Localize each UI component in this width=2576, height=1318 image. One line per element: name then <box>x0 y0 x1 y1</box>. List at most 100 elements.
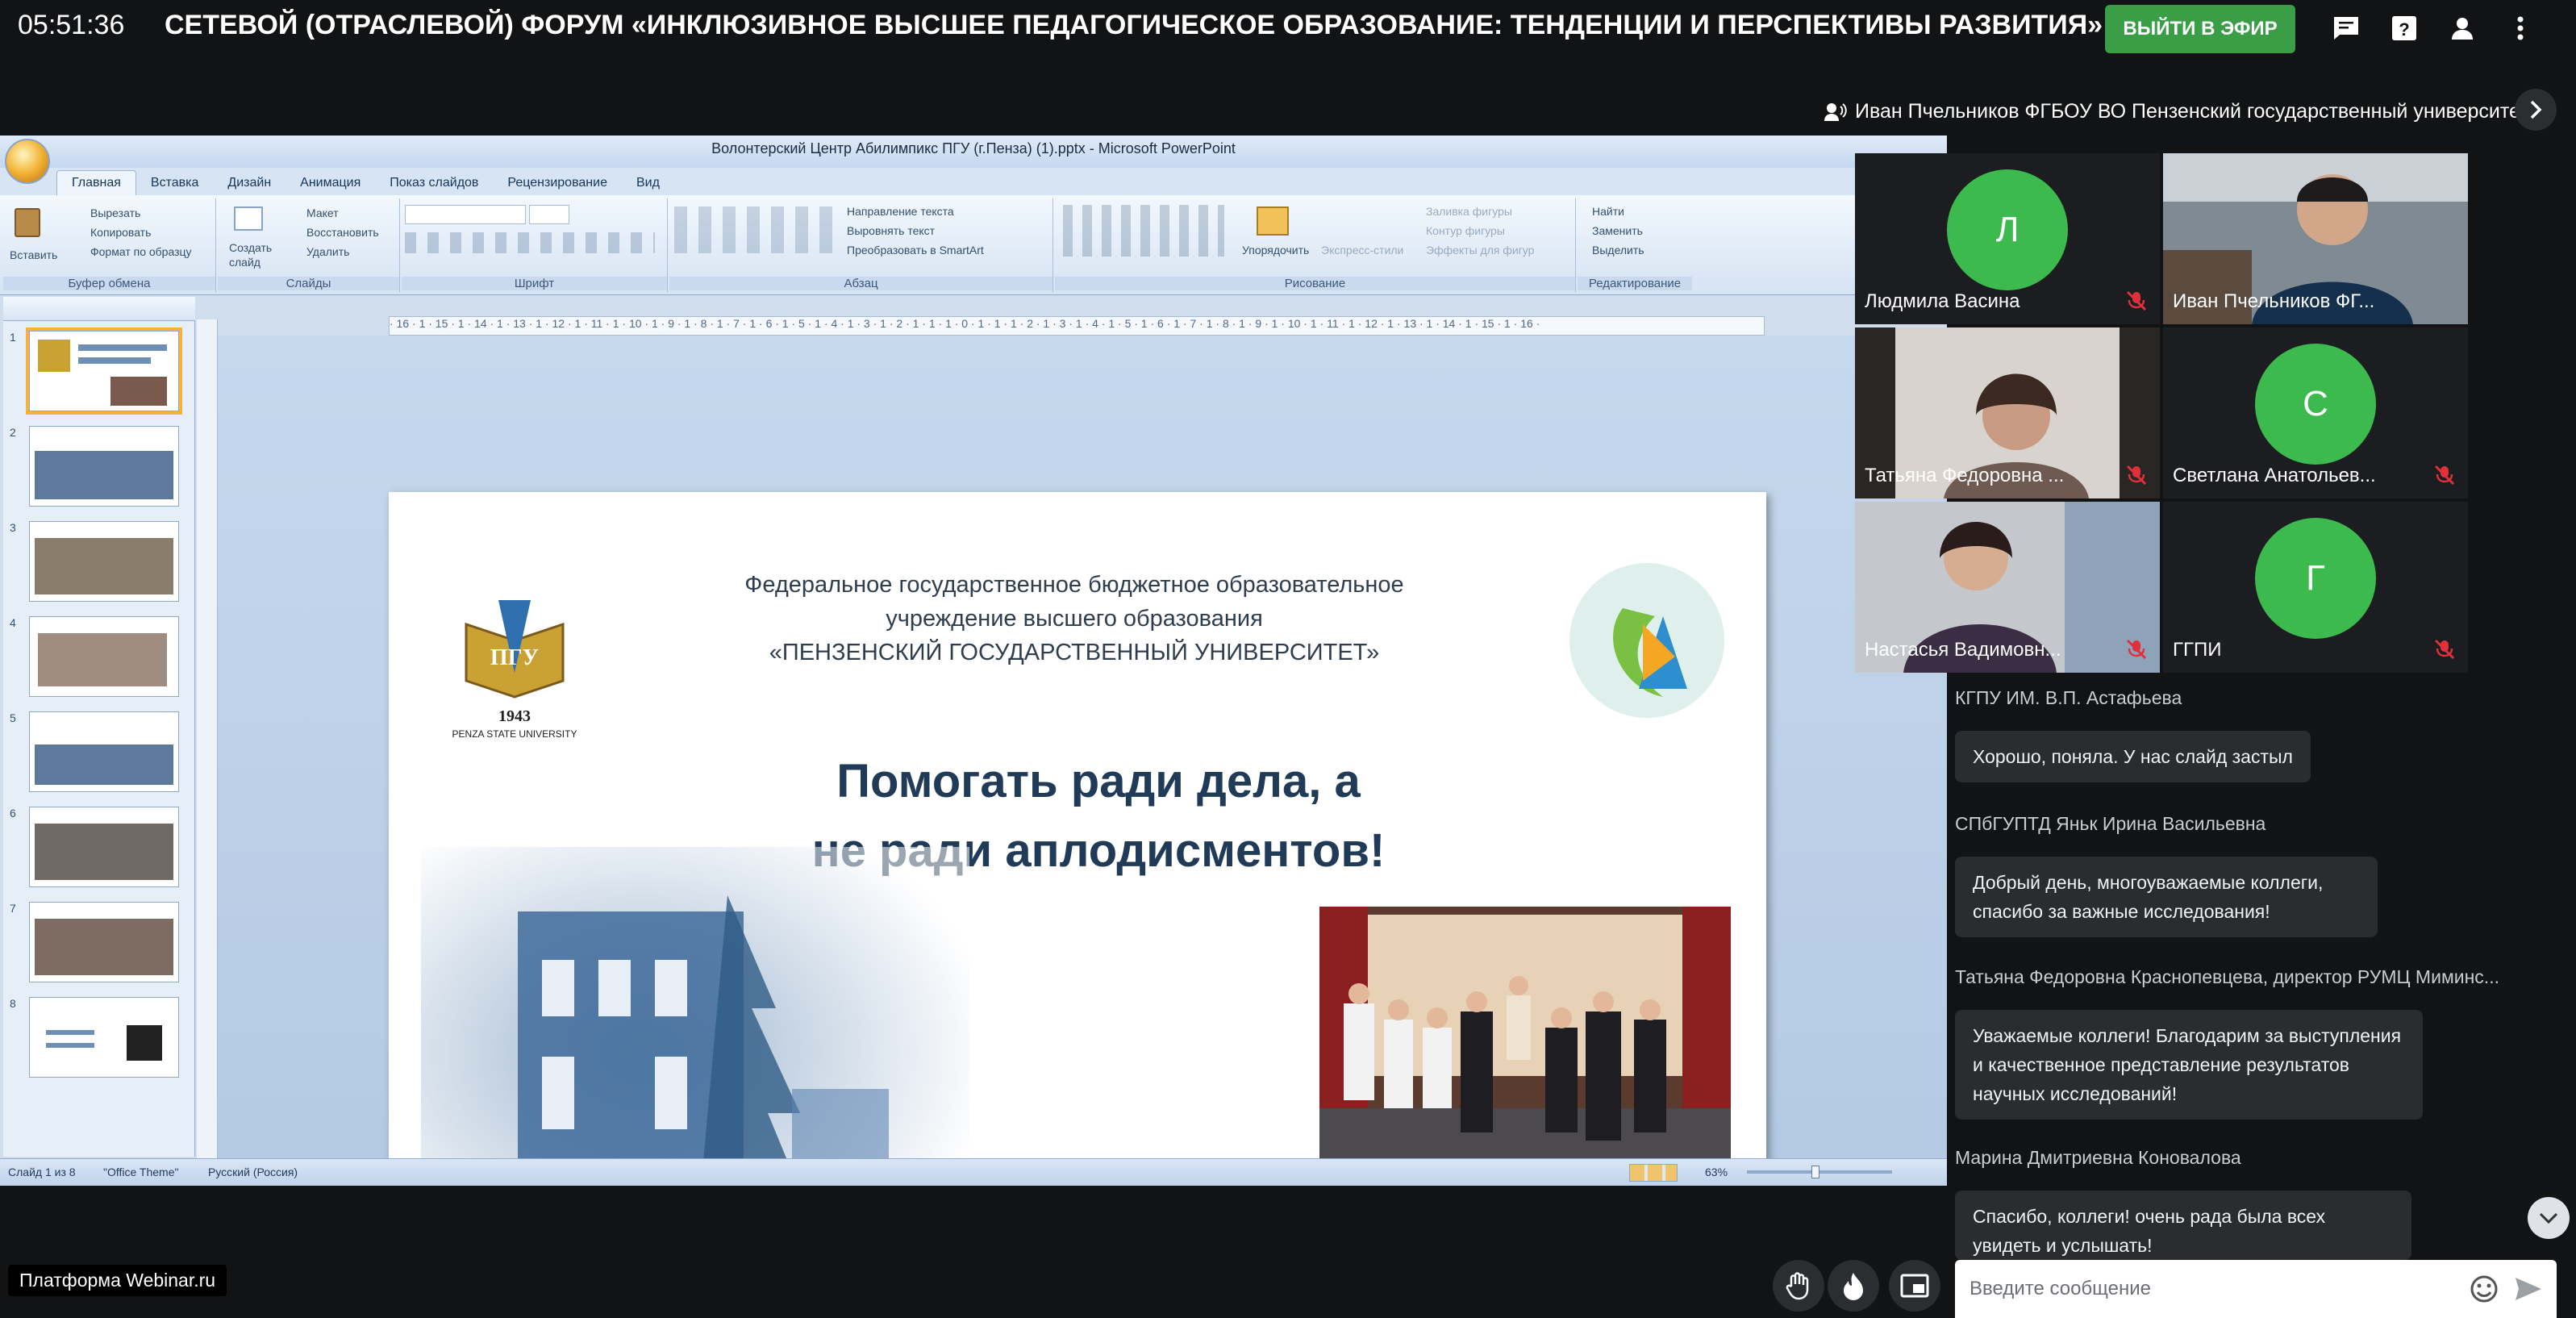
chat-sender: Марина Дмитриевна Коновалова <box>1955 1147 2241 1168</box>
mic-off-icon <box>2126 290 2147 311</box>
shared-screen-powerpoint: Волонтерский Центр Абилимпикс ПГУ (г.Пен… <box>0 136 1947 1186</box>
screen-share-icon <box>1900 1274 1929 1298</box>
participant-tile[interactable]: Настасья Вадимовн... <box>1855 502 2160 673</box>
group-label-clipboard: Буфер обмена <box>3 277 215 290</box>
align-text-button[interactable]: Выровнять текст <box>847 224 935 237</box>
slide-thumbnail[interactable] <box>29 997 179 1078</box>
tab-animation[interactable]: Анимация <box>286 176 375 195</box>
smartart-button[interactable]: Преобразовать в SmartArt <box>847 244 984 257</box>
ribbon-group-clipboard: Вставить Вырезать Копировать Формат по о… <box>3 198 216 292</box>
user-icon[interactable] <box>2442 8 2482 48</box>
raise-hand-button[interactable] <box>1773 1260 1824 1312</box>
more-vert-icon[interactable] <box>2500 8 2541 48</box>
new-slide-icon <box>234 206 263 231</box>
tab-view[interactable]: Вид <box>622 176 674 195</box>
find-button[interactable]: Найти <box>1592 205 1624 218</box>
group-label-slides: Слайды <box>218 277 399 290</box>
office-button-icon[interactable] <box>5 139 50 184</box>
chat-message-input[interactable] <box>1970 1273 2437 1305</box>
view-buttons[interactable] <box>1629 1164 1678 1182</box>
participant-tile[interactable]: С Светлана Анатольев... <box>2163 327 2468 498</box>
paragraph-buttons[interactable] <box>674 206 836 253</box>
shape-fill-button[interactable]: Заливка фигуры <box>1426 205 1512 218</box>
tab-review[interactable]: Рецензирование <box>493 176 622 195</box>
slide-thumbnail[interactable] <box>29 807 179 887</box>
delete-slide-button[interactable]: Удалить <box>306 245 349 258</box>
participant-name: Иван Пчельников ФГ... <box>2173 290 2375 312</box>
participant-name: Татьяна Федоровна ... <box>1865 465 2065 486</box>
slides-pane-tabs[interactable] <box>3 297 195 321</box>
presenter-indicator-icon <box>1824 102 1847 123</box>
screen-share-button[interactable] <box>1889 1260 1940 1312</box>
slide-thumbnail[interactable] <box>29 616 179 697</box>
copy-button[interactable]: Копировать <box>90 226 151 239</box>
tab-home[interactable]: Главная <box>56 170 136 195</box>
chevron-down-icon <box>2539 1212 2558 1224</box>
slide-header-line2: учреждение высшего образования <box>886 606 1263 632</box>
tab-slideshow[interactable]: Показ слайдов <box>375 176 493 195</box>
slide-thumbnail[interactable] <box>29 711 179 792</box>
ribbon-group-drawing: Упорядочить Экспресс-стили Заливка фигур… <box>1055 198 1576 292</box>
arrange-button[interactable]: Упорядочить <box>1242 244 1309 257</box>
cut-button[interactable]: Вырезать <box>90 206 140 219</box>
select-button[interactable]: Выделить <box>1592 244 1644 257</box>
participant-tile[interactable]: Л Людмила Васина <box>1855 153 2160 324</box>
font-format-buttons[interactable] <box>405 232 655 253</box>
shapes-gallery[interactable] <box>1063 205 1224 257</box>
ribbon-group-editing: Найти Заменить Выделить Редактирование <box>1578 198 1692 292</box>
ribbon-group-slides: Создать слайд Макет Восстановить Удалить… <box>218 198 400 292</box>
slide-thumbnail[interactable] <box>29 426 179 507</box>
go-live-button[interactable]: ВЫЙТИ В ЭФИР <box>2105 5 2295 53</box>
reactions-button[interactable] <box>1828 1260 1879 1312</box>
chat-icon[interactable] <box>2326 8 2366 48</box>
font-name-select[interactable] <box>405 205 526 224</box>
theme-name: "Office Theme" <box>103 1166 179 1178</box>
slide-thumbnail[interactable] <box>29 521 179 602</box>
chat-composer <box>1955 1260 2557 1318</box>
layout-button[interactable]: Макет <box>306 206 339 219</box>
horizontal-ruler: · 16 · 1 · 15 · 1 · 14 · 1 · 13 · 1 · 12… <box>389 316 1765 336</box>
replace-button[interactable]: Заменить <box>1592 224 1643 237</box>
event-title: СЕТЕВОЙ (ОТРАСЛЕВОЙ) ФОРУМ «ИНКЛЮЗИВНОЕ … <box>165 10 2103 40</box>
ribbon-group-paragraph: Направление текста Выровнять текст Преоб… <box>669 198 1053 292</box>
zoom-slider-thumb[interactable] <box>1811 1166 1819 1178</box>
chevron-right-icon[interactable] <box>2515 89 2557 131</box>
participant-tile[interactable]: Татьяна Федоровна ... <box>1855 327 2160 498</box>
current-slide[interactable]: ПГУ 1943 PENZA STATE UNIVERSITY Федераль… <box>389 492 1766 1186</box>
help-icon[interactable]: ? <box>2384 8 2424 48</box>
font-size-select[interactable] <box>529 205 569 224</box>
shape-effects-button[interactable]: Эффекты для фигур <box>1426 244 1534 257</box>
chat-sender: КГПУ ИМ. В.П. Астафьева <box>1955 687 2182 708</box>
group-label-drawing: Рисование <box>1055 277 1575 290</box>
slide-header: Федеральное государственное бюджетное об… <box>655 568 1494 669</box>
reset-button[interactable]: Восстановить <box>306 226 379 239</box>
shape-outline-button[interactable]: Контур фигуры <box>1426 224 1505 237</box>
ribbon-group-font: Шрифт <box>402 198 668 292</box>
thumb-number: 8 <box>10 997 16 1010</box>
participant-tile-speaking[interactable]: Иван Пчельников ФГ... <box>2163 153 2468 324</box>
vertical-ruler <box>197 319 218 1158</box>
mic-off-icon <box>2126 465 2147 486</box>
new-slide-button[interactable]: Создать слайд <box>229 240 286 269</box>
tab-insert[interactable]: Вставка <box>136 176 213 195</box>
slide-thumbnail[interactable] <box>29 902 179 982</box>
zoom-slider[interactable] <box>1747 1170 1892 1174</box>
quick-styles-button[interactable]: Экспресс-стили <box>1321 244 1403 257</box>
tab-design[interactable]: Дизайн <box>213 176 286 195</box>
svg-text:?: ? <box>2399 19 2409 40</box>
participant-tile[interactable]: Г ГГПИ <box>2163 502 2468 673</box>
emoji-icon[interactable] <box>2468 1273 2500 1305</box>
group-label-editing: Редактирование <box>1578 277 1692 290</box>
ppt-titlebar: Волонтерский Центр Абилимпикс ПГУ (г.Пен… <box>0 136 1947 168</box>
text-direction-button[interactable]: Направление текста <box>847 205 954 218</box>
chat-message: Спасибо, коллеги! очень рада была всех у… <box>1955 1191 2411 1260</box>
scroll-down-button[interactable] <box>2528 1197 2570 1239</box>
format-painter-button[interactable]: Формат по образцу <box>90 245 192 258</box>
ribbon: Вставить Вырезать Копировать Формат по о… <box>0 195 1947 295</box>
paste-button[interactable]: Вставить <box>10 248 57 261</box>
group-label-font: Шрифт <box>402 277 667 290</box>
send-icon[interactable] <box>2511 1273 2544 1305</box>
slide-thumbnail[interactable] <box>26 327 182 415</box>
paste-icon <box>15 208 40 237</box>
slide-counter: Слайд 1 из 8 <box>8 1166 76 1178</box>
